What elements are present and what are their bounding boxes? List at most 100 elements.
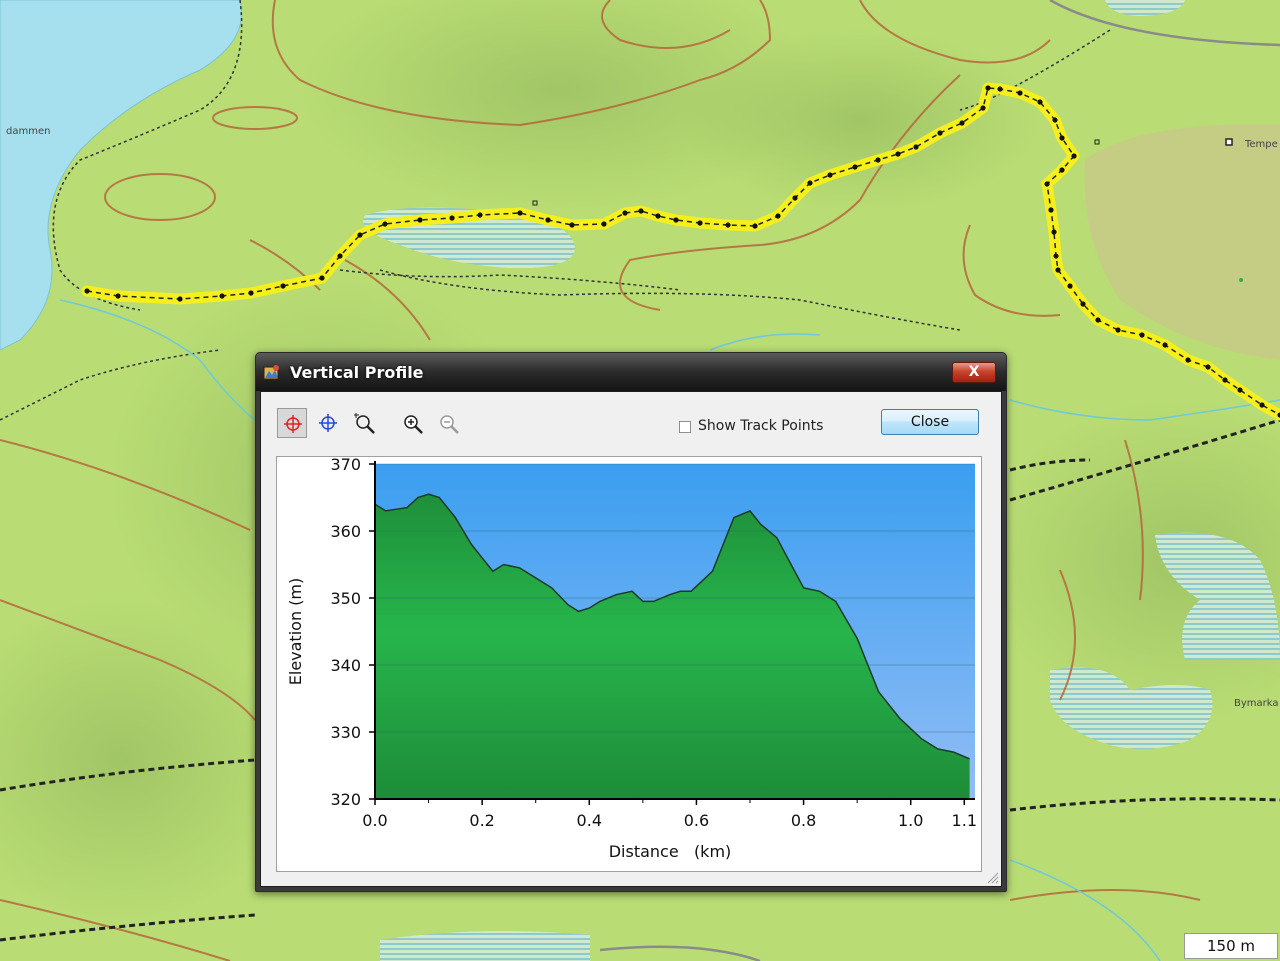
show-track-points-label[interactable]: Show Track Points <box>698 418 823 434</box>
track-point[interactable] <box>1205 364 1211 370</box>
track-point[interactable] <box>792 195 798 201</box>
x-tick-label: 0.4 <box>577 811 602 830</box>
track-point[interactable] <box>601 221 607 227</box>
track-point[interactable] <box>959 120 965 126</box>
track-point[interactable] <box>895 151 901 157</box>
track-point[interactable] <box>1185 357 1191 363</box>
track-point[interactable] <box>1259 402 1265 408</box>
y-tick-label: 340 <box>330 656 361 675</box>
y-tick-label: 360 <box>330 522 361 541</box>
lake-label: dammen <box>6 126 50 137</box>
track-point[interactable] <box>1095 317 1101 323</box>
vertical-profile-dialog: Vertical Profile X Show Track Points Clo… <box>255 352 1007 892</box>
window-close-button[interactable]: X <box>952 362 996 383</box>
map-scale-bar: 150 m <box>1184 933 1278 959</box>
track-point[interactable] <box>673 217 679 223</box>
track-point[interactable] <box>477 212 483 218</box>
y-tick-label: 330 <box>330 723 361 742</box>
track-point[interactable] <box>937 130 943 136</box>
x-tick-label: 1.0 <box>898 811 923 830</box>
dialog-titlebar[interactable]: Vertical Profile X <box>256 353 1006 391</box>
track-point[interactable] <box>997 86 1003 92</box>
track-point[interactable] <box>115 293 121 299</box>
track-point[interactable] <box>1067 283 1073 289</box>
x-tick-label: 0.0 <box>362 811 387 830</box>
zoom-area-tool-button[interactable] <box>349 408 379 438</box>
track-point[interactable] <box>1139 332 1145 338</box>
track-point[interactable] <box>1051 229 1057 235</box>
zoom-out-tool-button[interactable] <box>433 408 463 438</box>
poi-marker[interactable] <box>1225 138 1233 146</box>
crosshair-red-tool-button[interactable] <box>277 408 307 438</box>
track-point[interactable] <box>517 210 523 216</box>
track-point[interactable] <box>1048 207 1054 213</box>
track-point[interactable] <box>449 215 455 221</box>
track-point[interactable] <box>852 164 858 170</box>
close-button[interactable]: Close <box>881 409 979 435</box>
track-point[interactable] <box>1059 167 1065 173</box>
dialog-client: Show Track Points Close 320 330 340 350 … <box>260 391 1002 887</box>
track-point[interactable] <box>1080 301 1086 307</box>
x-tick-label: 0.6 <box>684 811 709 830</box>
track-point[interactable] <box>1052 117 1058 123</box>
track-point[interactable] <box>84 288 90 294</box>
track-point[interactable] <box>980 105 986 111</box>
track-point[interactable] <box>1071 153 1077 159</box>
track-point[interactable] <box>638 208 644 214</box>
track-point[interactable] <box>725 222 731 228</box>
track-point[interactable] <box>985 85 991 91</box>
zoom-in-tool-button[interactable] <box>397 408 427 438</box>
crosshair-icon <box>319 414 337 432</box>
track-point[interactable] <box>569 222 575 228</box>
track-point[interactable] <box>319 275 325 281</box>
track-point[interactable] <box>807 180 813 186</box>
track-point[interactable] <box>1222 377 1228 383</box>
zoom-out-icon <box>440 415 459 434</box>
poi-label: Tempe <box>1244 139 1278 150</box>
track-point[interactable] <box>219 293 225 299</box>
track-point[interactable] <box>1017 90 1023 96</box>
y-tick-label: 320 <box>330 790 361 809</box>
track-point[interactable] <box>1162 342 1168 348</box>
x-tick-label: 0.8 <box>791 811 816 830</box>
track-point[interactable] <box>248 290 254 296</box>
track-point[interactable] <box>382 221 388 227</box>
track-point[interactable] <box>177 296 183 302</box>
zoom-area-icon <box>354 413 375 434</box>
track-point[interactable] <box>1053 253 1059 259</box>
track-point[interactable] <box>655 213 661 219</box>
track-point[interactable] <box>875 157 881 163</box>
x-tick-label: 0.2 <box>469 811 494 830</box>
track-point[interactable] <box>1055 267 1061 273</box>
y-tick-label: 370 <box>330 457 361 474</box>
track-point[interactable] <box>775 213 781 219</box>
area-label: Bymarka <box>1234 698 1279 709</box>
track-point[interactable] <box>622 210 628 216</box>
zoom-in-icon <box>404 415 423 434</box>
track-point[interactable] <box>545 217 551 223</box>
show-track-points-checkbox[interactable] <box>679 421 691 433</box>
y-tick-label: 350 <box>330 589 361 608</box>
crosshair-blue-tool-button[interactable] <box>313 408 343 438</box>
elevation-chart[interactable]: 320 330 340 350 360 370 0.0 0.2 0.4 0.6 0.8 1.0 1.1 E… <box>277 455 981 871</box>
track-point[interactable] <box>357 232 363 238</box>
track-point[interactable] <box>1059 135 1065 141</box>
dialog-title: Vertical Profile <box>290 363 424 382</box>
track-point[interactable] <box>827 172 833 178</box>
track-point[interactable] <box>1237 387 1243 393</box>
x-tick-label: 1.1 <box>952 811 977 830</box>
profile-app-icon <box>263 365 279 380</box>
track-point[interactable] <box>1037 99 1043 105</box>
elevation-chart-panel: 320 330 340 350 360 370 0.0 0.2 0.4 0.6 0.8 1.0 1.1 E… <box>276 455 982 872</box>
track-point[interactable] <box>913 144 919 150</box>
track-point[interactable] <box>1115 327 1121 333</box>
track-point[interactable] <box>697 220 703 226</box>
track-point[interactable] <box>752 223 758 229</box>
crosshair-icon <box>284 415 302 433</box>
track-point[interactable] <box>337 253 343 259</box>
y-axis-title: Elevation (m) <box>286 578 305 685</box>
resize-grip-icon[interactable] <box>985 870 999 884</box>
track-point[interactable] <box>1044 181 1050 187</box>
track-point[interactable] <box>417 217 423 223</box>
track-point[interactable] <box>280 283 286 289</box>
